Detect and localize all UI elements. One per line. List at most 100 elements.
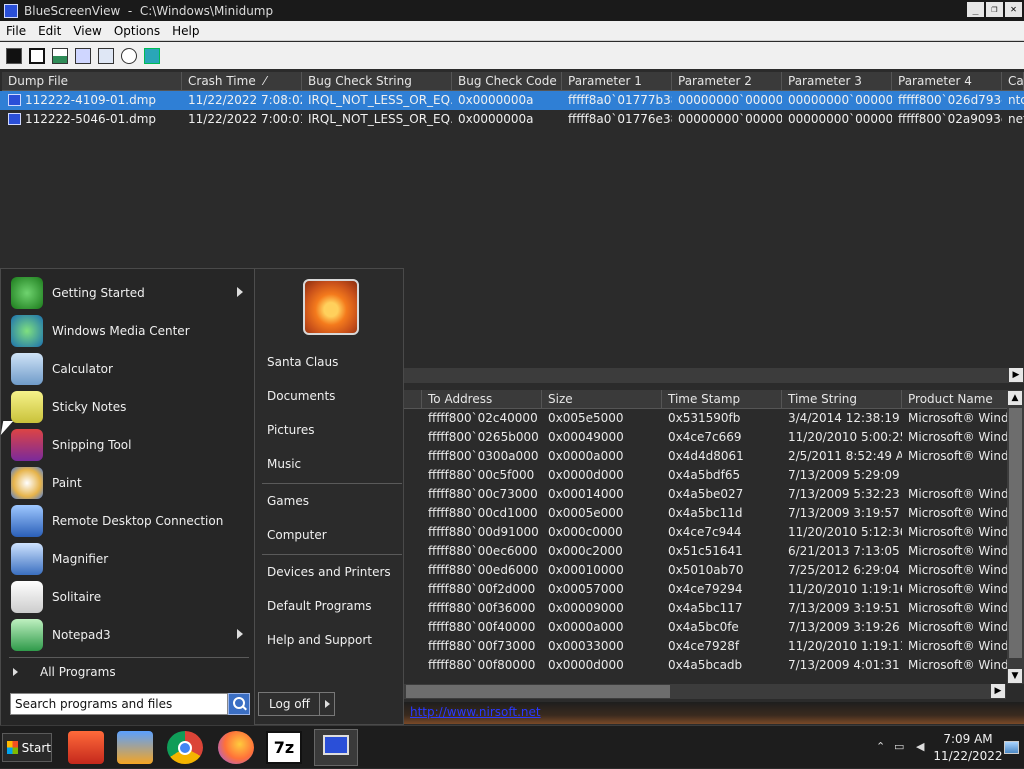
menu-file[interactable]: File: [0, 24, 32, 38]
place-default-programs[interactable]: Default Programs: [267, 599, 372, 613]
clock-time[interactable]: 7:09 AM: [928, 732, 1008, 746]
all-programs-button[interactable]: All Programs: [7, 661, 251, 683]
start-item-magnifier[interactable]: Magnifier: [7, 541, 251, 577]
column-parameter-2[interactable]: Parameter 2: [672, 72, 782, 91]
column-time-string[interactable]: Time String: [782, 390, 902, 409]
menu-help[interactable]: Help: [166, 24, 205, 38]
media-player-icon[interactable]: [117, 731, 153, 764]
properties-icon[interactable]: [98, 47, 114, 64]
submenu-arrow-icon[interactable]: [237, 629, 243, 639]
module-vertical-scrollbar[interactable]: ▲ ▼: [1007, 390, 1024, 684]
column-product-name[interactable]: Product Name: [902, 390, 1012, 409]
parameter-4-cell: fffff800`02a9093c: [898, 112, 1002, 126]
module-row[interactable]: fffff880`00ed6000 0x00010000 0x5010ab70 7/2…: [404, 561, 1024, 580]
minimize-button[interactable]: _: [967, 2, 984, 17]
menu-options[interactable]: Options: [108, 24, 166, 38]
column-time-stamp[interactable]: Time Stamp: [662, 390, 782, 409]
file-manager-icon[interactable]: [68, 731, 104, 764]
upper-horizontal-scrollbar[interactable]: ▶: [404, 368, 1024, 383]
copy-icon[interactable]: [75, 47, 91, 64]
log-off-button[interactable]: Log off: [258, 692, 320, 716]
show-hidden-icon[interactable]: ⌃: [876, 740, 885, 753]
vertical-scroll-thumb[interactable]: [1009, 408, 1022, 658]
search-icon[interactable]: [228, 693, 250, 715]
column-parameter-3[interactable]: Parameter 3: [782, 72, 892, 91]
network-icon[interactable]: ▭: [894, 740, 904, 753]
column-bug-check-string[interactable]: Bug Check String: [302, 72, 452, 91]
close-button[interactable]: ✕: [1005, 2, 1022, 17]
module-row[interactable]: fffff880`00f36000 0x00009000 0x4a5bc117 7/1…: [404, 599, 1024, 618]
submenu-arrow-icon[interactable]: [237, 287, 243, 297]
column-caused-by[interactable]: Ca: [1002, 72, 1024, 91]
start-item-remote-desktop-connection[interactable]: Remote Desktop Connection: [7, 503, 251, 539]
place-music[interactable]: Music: [267, 457, 301, 471]
crash-row[interactable]: 112222-4109-01.dmp 11/22/2022 7:08:02...…: [0, 91, 1024, 110]
module-row[interactable]: fffff800`0300a000 0x0000a000 0x4d4d8061 2/5…: [404, 447, 1024, 466]
scroll-right-icon[interactable]: ▶: [1009, 368, 1023, 382]
scroll-down-icon[interactable]: ▼: [1008, 669, 1022, 683]
column-size[interactable]: Size: [542, 390, 662, 409]
column-bug-check-code[interactable]: Bug Check Code: [452, 72, 562, 91]
horizontal-scroll-thumb[interactable]: [406, 685, 670, 698]
user-avatar[interactable]: [303, 279, 359, 335]
place-user-folder[interactable]: Santa Claus: [267, 355, 338, 369]
nirsoft-link[interactable]: http://www.nirsoft.net: [410, 705, 541, 719]
show-desktop-icon[interactable]: [1004, 741, 1019, 754]
chrome-icon[interactable]: [167, 731, 203, 764]
start-item-windows-media-center[interactable]: Windows Media Center: [7, 313, 251, 349]
restore-button[interactable]: ❐: [986, 2, 1003, 17]
7zip-icon[interactable]: 7z: [266, 731, 302, 764]
start-item-paint[interactable]: Paint: [7, 465, 251, 501]
time-string-cell: 7/13/2009 5:29:09 ...: [788, 468, 902, 482]
place-documents[interactable]: Documents: [267, 389, 335, 403]
menu-edit[interactable]: Edit: [32, 24, 67, 38]
module-row[interactable]: fffff880`00f80000 0x0000d000 0x4a5bcadb 7/1…: [404, 656, 1024, 675]
clock-date[interactable]: 11/22/2022: [928, 749, 1008, 763]
module-row[interactable]: fffff880`00c5f000 0x0000d000 0x4a5bdf65 7/1…: [404, 466, 1024, 485]
column-to-address[interactable]: To Address: [422, 390, 542, 409]
place-pictures[interactable]: Pictures: [267, 423, 315, 437]
module-row[interactable]: fffff800`0265b000 0x00049000 0x4ce7c669 11/…: [404, 428, 1024, 447]
scroll-up-icon[interactable]: ▲: [1008, 391, 1022, 405]
module-row[interactable]: fffff880`00c73000 0x00014000 0x4a5be027 7/1…: [404, 485, 1024, 504]
save-all-icon[interactable]: [29, 47, 45, 64]
exit-icon[interactable]: [144, 47, 160, 64]
column-parameter-1[interactable]: Parameter 1: [562, 72, 672, 91]
module-row[interactable]: fffff880`00ec6000 0x000c2000 0x51c51641 6/2…: [404, 542, 1024, 561]
module-row[interactable]: fffff800`02c40000 0x005e5000 0x531590fb 3/4…: [404, 409, 1024, 428]
start-item-calculator[interactable]: Calculator: [7, 351, 251, 387]
volume-icon[interactable]: ◀: [916, 740, 924, 753]
shutdown-options-arrow-icon[interactable]: [319, 692, 335, 716]
crash-row[interactable]: 112222-5046-01.dmp 11/22/2022 7:00:01...…: [0, 110, 1024, 129]
sort-indicator-icon: ⁄: [264, 74, 267, 88]
module-row[interactable]: fffff880`00cd1000 0x0005e000 0x4a5bc11d 7/1…: [404, 504, 1024, 523]
module-list: To Address Size Time Stamp Time String P…: [404, 388, 1024, 685]
place-games[interactable]: Games: [267, 494, 309, 508]
search-programs-input[interactable]: Search programs and files: [10, 693, 228, 715]
find-icon[interactable]: [121, 47, 137, 64]
module-row[interactable]: fffff880`00f40000 0x0000a000 0x4a5bc0fe 7/1…: [404, 618, 1024, 637]
scroll-right-icon[interactable]: ▶: [991, 684, 1005, 698]
module-row[interactable]: fffff880`00d91000 0x000c0000 0x4ce7c944 11/…: [404, 523, 1024, 542]
place-help-and-support[interactable]: Help and Support: [267, 633, 372, 647]
save-icon[interactable]: [6, 47, 22, 64]
place-devices-and-printers[interactable]: Devices and Printers: [267, 565, 391, 579]
start-item-getting-started[interactable]: Getting Started: [7, 275, 251, 311]
start-item-notepad3[interactable]: Notepad3: [7, 617, 251, 653]
to-address-cell: fffff880`00f73000: [428, 639, 536, 653]
bluescreenview-icon[interactable]: [314, 729, 358, 766]
column-crash-time[interactable]: Crash Time ⁄: [182, 72, 302, 91]
start-item-sticky-notes[interactable]: Sticky Notes: [7, 389, 251, 425]
start-item-solitaire[interactable]: Solitaire: [7, 579, 251, 615]
start-button[interactable]: Start: [2, 733, 52, 762]
column-dump-file[interactable]: Dump File: [2, 72, 182, 91]
module-horizontal-scrollbar[interactable]: ▶: [404, 684, 1006, 699]
start-item-snipping-tool[interactable]: Snipping Tool: [7, 427, 251, 463]
column-parameter-4[interactable]: Parameter 4: [892, 72, 1002, 91]
module-row[interactable]: fffff880`00f2d000 0x00057000 0x4ce79294 11/…: [404, 580, 1024, 599]
module-row[interactable]: fffff880`00f73000 0x00033000 0x4ce7928f 11/…: [404, 637, 1024, 656]
menu-view[interactable]: View: [67, 24, 107, 38]
firefox-icon[interactable]: [218, 731, 254, 764]
place-computer[interactable]: Computer: [267, 528, 327, 542]
html-report-icon[interactable]: [52, 47, 68, 64]
